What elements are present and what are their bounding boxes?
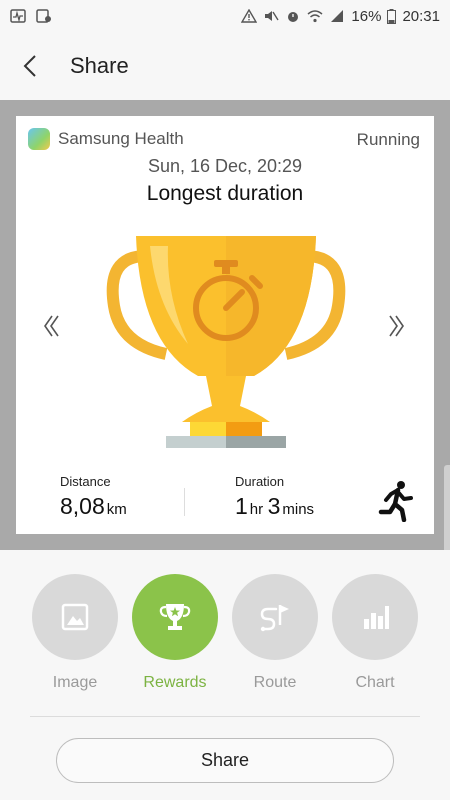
trophy-stopwatch-icon <box>106 236 346 448</box>
running-person-icon <box>378 481 413 522</box>
route-flag-icon <box>260 605 289 632</box>
mute-icon <box>265 11 280 21</box>
app-bar: Share <box>0 32 450 100</box>
distance-label: Distance <box>60 474 111 489</box>
distance-value: 8,08 <box>60 493 105 519</box>
option-route[interactable]: Route <box>231 574 319 692</box>
next-reward-button[interactable] <box>382 306 412 346</box>
warning-icon <box>241 9 258 23</box>
chevron-left-icon <box>44 315 59 337</box>
back-arrow-icon <box>23 55 36 77</box>
samsung-health-logo-icon <box>28 128 50 150</box>
duration-label: Duration <box>235 474 285 489</box>
option-chart[interactable]: Chart <box>331 574 419 692</box>
duration-minutes: 3 <box>267 493 281 519</box>
back-button[interactable] <box>0 32 60 100</box>
trophy-star-icon <box>159 604 191 630</box>
share-button[interactable]: Share <box>56 738 394 783</box>
duration-minutes-unit: mins <box>282 501 315 518</box>
previous-reward-button[interactable] <box>36 306 66 346</box>
options-divider <box>30 716 420 717</box>
battery-icon <box>387 8 397 24</box>
image-icon <box>61 603 89 631</box>
share-options-panel: Image Rewards Route Chart Share <box>0 550 450 800</box>
option-image-label: Image <box>52 674 98 691</box>
clock: 20:31 <box>402 7 440 25</box>
activity-notification-icon <box>10 9 26 23</box>
card-activity-type: Running <box>356 130 420 149</box>
option-rewards-label: Rewards <box>143 674 207 691</box>
alarm-icon <box>288 12 299 22</box>
card-date: Sun, 16 Dec, 20:29 <box>147 156 303 176</box>
chevron-right-icon <box>389 315 404 337</box>
duration-hours-unit: hr <box>249 501 264 518</box>
option-rewards[interactable]: Rewards <box>131 574 219 692</box>
signal-icon <box>331 10 344 22</box>
page-title: Share <box>70 53 129 78</box>
distance-unit: km <box>106 501 127 518</box>
status-bar: 16% 20:31 <box>0 0 450 32</box>
option-chart-label: Chart <box>355 674 395 691</box>
stat-divider <box>184 488 185 516</box>
card-app-name: Samsung Health <box>58 129 184 148</box>
bar-chart-icon <box>364 606 389 629</box>
distance-stat: Distance 8,08 km <box>60 474 127 520</box>
card-app-header: Samsung Health <box>28 128 184 150</box>
option-route-label: Route <box>253 674 297 691</box>
card-reward-title: Longest duration <box>146 182 304 205</box>
screenshot-notification-icon <box>36 9 51 23</box>
reward-card: Samsung Health Running Sun, 16 Dec, 20:2… <box>16 116 434 534</box>
wifi-icon <box>307 10 323 23</box>
duration-hours: 1 <box>235 493 248 519</box>
share-preview-area: Samsung Health Running Sun, 16 Dec, 20:2… <box>0 100 450 550</box>
option-image[interactable]: Image <box>31 574 119 692</box>
battery-percentage: 16% <box>351 7 382 25</box>
duration-stat: Duration 1 hr 3 mins <box>235 474 314 520</box>
